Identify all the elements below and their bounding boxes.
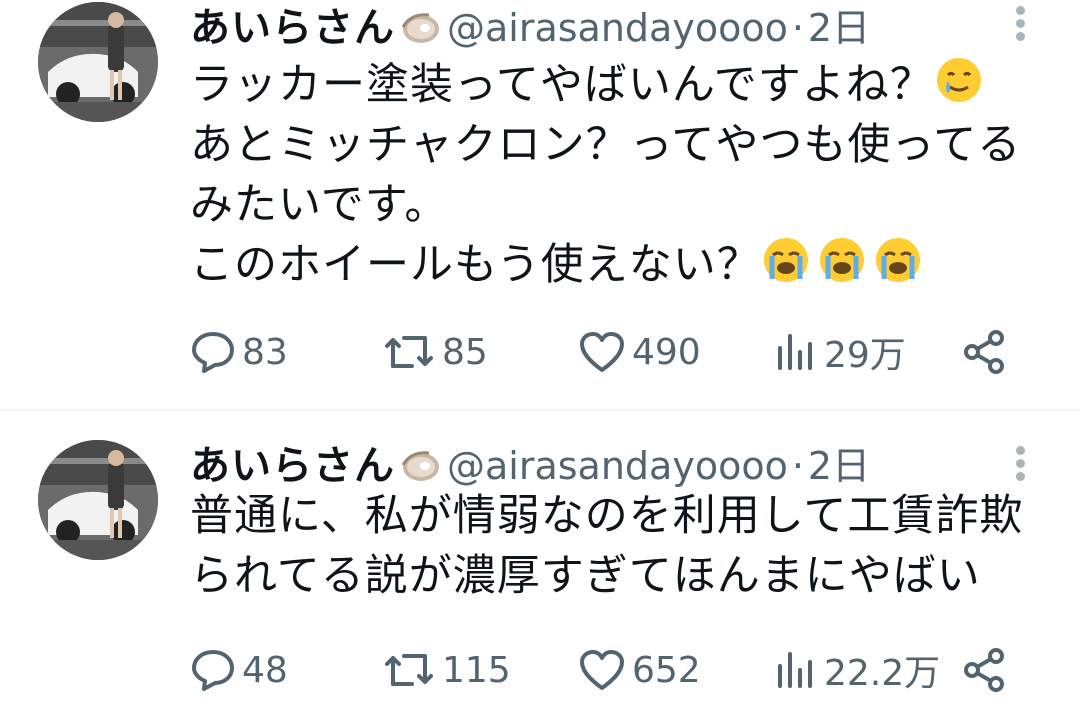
tweet-line-text: このホイールもう使えない？ — [190, 240, 761, 290]
like-count: 652 — [632, 649, 701, 691]
views-button[interactable]: 22.2万 — [774, 640, 940, 700]
share-button[interactable] — [960, 640, 1014, 700]
views-icon — [778, 652, 812, 688]
reply-icon — [192, 332, 234, 373]
tweet-divider — [0, 409, 1080, 411]
like-button[interactable]: 652 — [578, 640, 701, 700]
tweet-line: みたいです。 — [190, 175, 1060, 235]
tweet-actions: 48 115 652 22.2万 — [190, 640, 1050, 700]
display-name[interactable]: あいらさん — [190, 443, 395, 489]
like-count: 490 — [632, 331, 701, 373]
tweet-text: 普通に、私が情弱なのを利用して工賃詐欺 られてる説が濃厚すぎてほんまにやばい — [190, 486, 1060, 606]
tweet-line-text: あとミッチャクロン？ってやつも使ってる — [190, 120, 1022, 170]
views-count: 29万 — [824, 335, 906, 376]
user-handle[interactable]: @airasandayoooo — [447, 444, 788, 488]
oyster-icon — [397, 6, 441, 62]
timestamp[interactable]: 2日 — [808, 6, 870, 50]
tweet-feed: あいらさん @airasandayoooo · 2日 ラッカー塗装ってやばいんですよね… — [0, 0, 1080, 726]
views-icon — [778, 334, 812, 370]
retweet-icon — [385, 654, 433, 686]
views-button[interactable]: 29万 — [774, 322, 906, 382]
more-icon[interactable] — [1010, 6, 1030, 46]
like-icon — [580, 332, 624, 372]
retweet-icon — [385, 336, 433, 368]
retweet-button[interactable]: 85 — [382, 322, 488, 382]
like-icon — [580, 650, 624, 690]
retweet-count: 115 — [442, 649, 511, 691]
retweet-button[interactable]: 115 — [382, 640, 511, 700]
reply-button[interactable]: 48 — [190, 640, 288, 700]
reply-button[interactable]: 83 — [190, 322, 288, 382]
tweet-line: あとミッチャクロン？ってやつも使ってる — [190, 115, 1060, 175]
loudly-crying-face-icon — [763, 238, 808, 282]
user-handle[interactable]: @airasandayoooo — [447, 6, 788, 50]
tweet-text: ラッカー塗装ってやばいんですよね？ あとミッチャクロン？ってやつも使ってる みた… — [190, 55, 1060, 295]
separator-dot: · — [791, 6, 804, 50]
share-icon — [964, 648, 1004, 692]
tweet-actions: 83 85 490 29万 — [190, 322, 1050, 382]
tweet-header: あいらさん @airasandayoooo · 2日 — [190, 0, 870, 56]
retweet-count: 85 — [442, 331, 488, 373]
reply-count: 83 — [242, 331, 288, 373]
display-name[interactable]: あいらさん — [190, 5, 395, 51]
tweet-line: 普通に、私が情弱なのを利用して工賃詐欺 — [190, 486, 1060, 546]
tweet[interactable]: あいらさん @airasandayoooo · 2日 ラッカー塗装ってやばいんですよね… — [0, 0, 1080, 410]
share-icon — [964, 330, 1004, 374]
tweet-line: このホイールもう使えない？ — [190, 235, 1060, 295]
timestamp[interactable]: 2日 — [808, 444, 870, 488]
tweet-line: ラッカー塗装ってやばいんですよね？ — [190, 55, 1060, 115]
avatar[interactable] — [38, 2, 158, 122]
loudly-crying-face-icon — [875, 238, 920, 282]
tweet-line: られてる説が濃厚すぎてほんまにやばい — [190, 546, 1060, 606]
tweet-line-text: 普通に、私が情弱なのを利用して工賃詐欺 — [190, 491, 1024, 541]
more-icon[interactable] — [1010, 446, 1030, 486]
tweet[interactable]: あいらさん @airasandayoooo · 2日 普通に、私が情弱なのを利用して工… — [0, 412, 1080, 726]
tweet-line-text: られてる説が濃厚すぎてほんまにやばい — [190, 551, 981, 601]
reply-count: 48 — [242, 649, 288, 691]
separator-dot: · — [791, 444, 804, 488]
loudly-crying-face-icon — [819, 238, 864, 282]
avatar[interactable] — [38, 440, 158, 560]
views-count: 22.2万 — [824, 653, 941, 694]
like-button[interactable]: 490 — [578, 322, 701, 382]
tweet-line-text: ラッカー塗装ってやばいんですよね？ — [190, 60, 934, 110]
tweet-line-text: みたいです。 — [190, 180, 449, 230]
share-button[interactable] — [960, 322, 1014, 382]
reply-icon — [192, 650, 234, 691]
smiling-face-with-tear-icon — [936, 58, 981, 102]
